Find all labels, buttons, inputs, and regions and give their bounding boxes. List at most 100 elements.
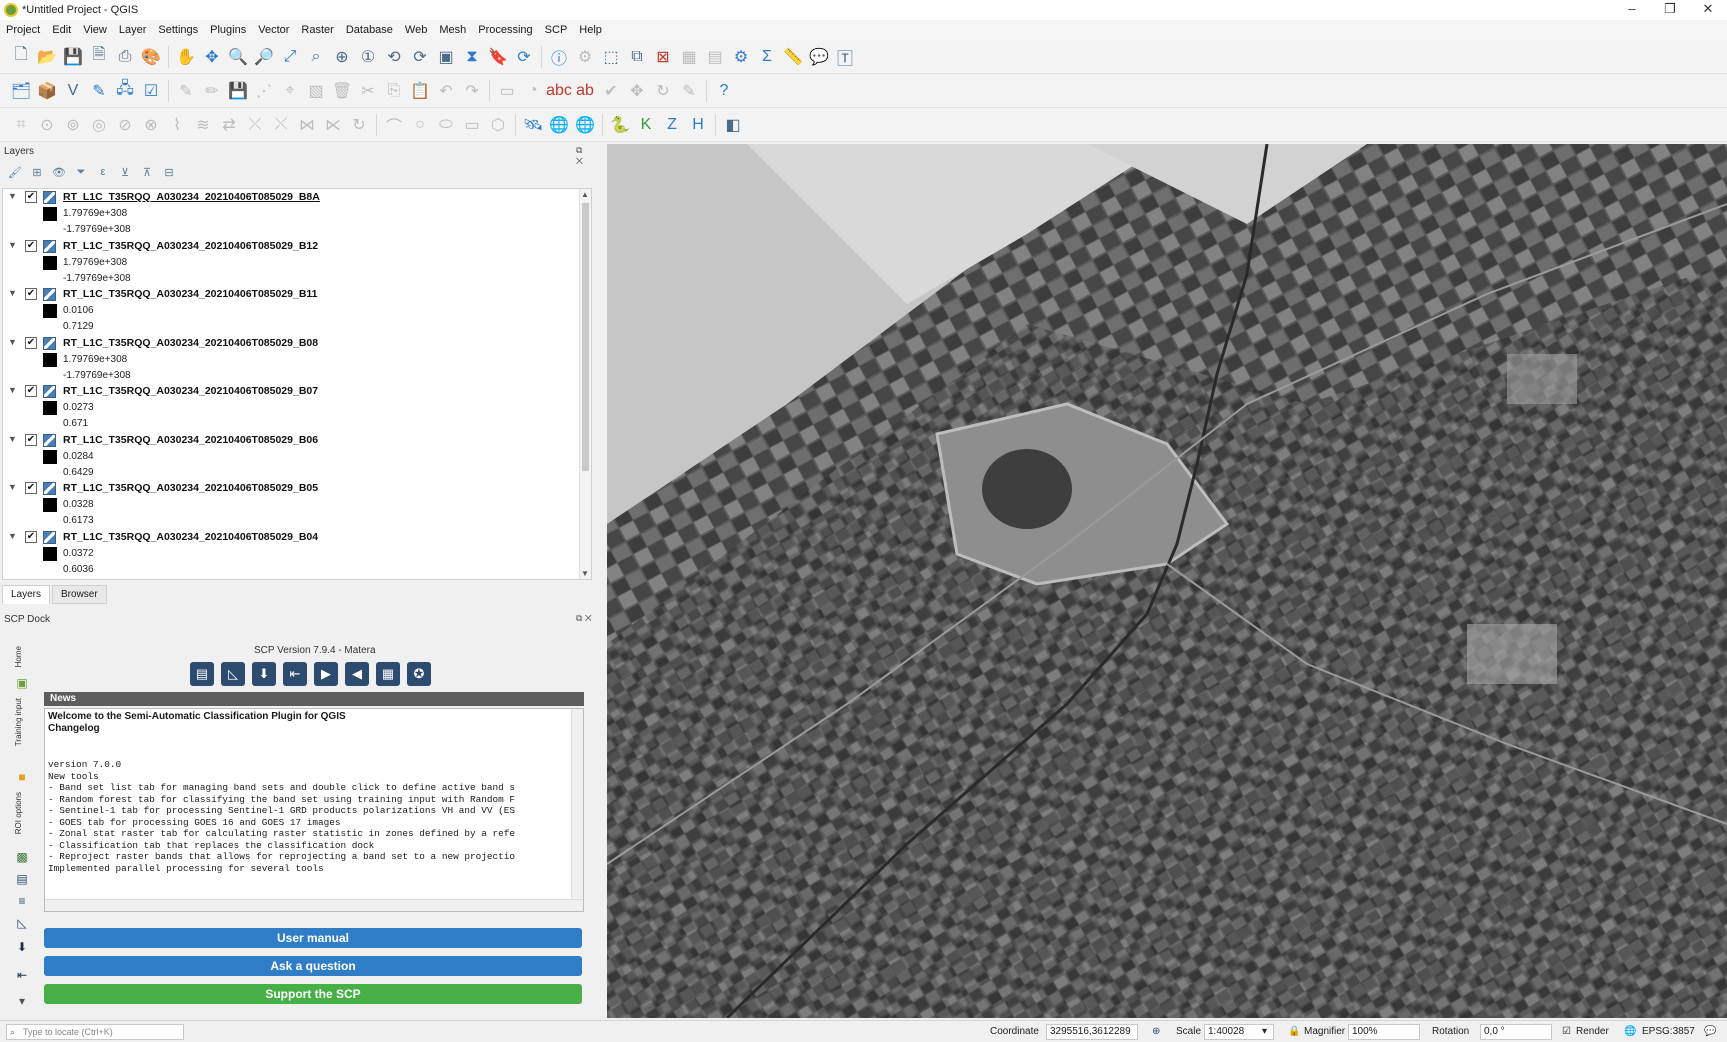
cad-icon[interactable]: ⌗ — [8, 112, 34, 138]
filter-legend-icon[interactable]: ⏷ — [70, 166, 92, 182]
menu-project[interactable]: Project — [6, 24, 40, 36]
undo-icon[interactable]: ↶ — [433, 78, 459, 104]
menu-help[interactable]: Help — [579, 24, 602, 36]
locator-input[interactable]: ⌕ Type to locate (Ctrl+K) — [6, 1024, 184, 1040]
select-features-icon[interactable]: ⬚ — [598, 44, 624, 70]
fill-ring-icon[interactable]: ◎ — [86, 112, 112, 138]
delete-part-icon[interactable]: ⊗ — [138, 112, 164, 138]
temporal-controller-icon[interactable]: ⧗ — [459, 44, 485, 70]
new-geopackage-icon[interactable]: 📦 — [34, 78, 60, 104]
add-vector-icon[interactable]: V — [60, 78, 86, 104]
reverse-line-icon[interactable]: ⇄ — [216, 112, 242, 138]
add-part-icon[interactable]: ⊚ — [60, 112, 86, 138]
scroll-tabs-icon[interactable]: ▾ — [14, 994, 30, 1010]
menu-view[interactable]: View — [83, 24, 107, 36]
crs-label[interactable]: EPSG:3857 — [1642, 1026, 1695, 1037]
redo-icon[interactable]: ↷ — [459, 78, 485, 104]
scp-band-icon[interactable]: 🌐 — [572, 112, 598, 138]
collapse-arrow-icon[interactable]: ▼ — [8, 337, 17, 347]
side-tab-roi-options[interactable]: ROI options — [14, 792, 23, 834]
collapse-arrow-icon[interactable]: ▼ — [8, 482, 17, 492]
scroll-thumb[interactable] — [582, 203, 589, 471]
add-raster-icon[interactable]: ✎ — [86, 78, 112, 104]
paste-icon[interactable]: 📋 — [407, 78, 433, 104]
side-tab-home[interactable]: Home — [14, 646, 23, 667]
pan-to-selection-icon[interactable]: ✥ — [199, 44, 225, 70]
label-show-icon[interactable]: ✔ — [598, 78, 624, 104]
extents-icon[interactable]: ⊕ — [1152, 1026, 1160, 1037]
scp-band-calc-icon[interactable]: ▦ — [376, 662, 400, 686]
save-as-icon[interactable]: 🗎 — [86, 44, 112, 70]
news-vertical-scrollbar[interactable] — [571, 709, 583, 899]
zoom-last-icon[interactable]: ⟲ — [381, 44, 407, 70]
messages-icon[interactable]: 💬 — [1704, 1026, 1716, 1037]
tab-layers[interactable]: Layers — [2, 585, 51, 604]
layer-visibility-checkbox[interactable]: ✔ — [25, 433, 37, 446]
manage-themes-icon[interactable]: 👁 — [48, 166, 70, 182]
zoom-next-icon[interactable]: ⟳ — [407, 44, 433, 70]
menu-database[interactable]: Database — [346, 24, 393, 36]
kml-export-icon[interactable]: K — [633, 112, 659, 138]
shape-digitize-icon[interactable]: ⌒ — [381, 112, 407, 138]
support-scp-button[interactable]: Support the SCP — [44, 984, 582, 1004]
layer-visibility-checkbox[interactable]: ✔ — [25, 385, 37, 397]
home-icon[interactable]: ▣ — [14, 676, 30, 692]
import-icon[interactable]: ⇤ — [14, 968, 30, 984]
collapse-arrow-icon[interactable]: ▼ — [8, 434, 17, 444]
menu-edit[interactable]: Edit — [52, 24, 71, 36]
menu-vector[interactable]: Vector — [258, 24, 289, 36]
coordinate-field[interactable]: 3295516,3612289 — [1046, 1024, 1138, 1040]
download-icon[interactable]: ⬇ — [14, 940, 30, 956]
collapse-arrow-icon[interactable]: ▼ — [8, 288, 17, 298]
layer-item[interactable]: ▼ ✔ RT_L1C_T35RQQ_A030234_20210406T08502… — [3, 286, 591, 335]
layer-tree[interactable]: ▼ ✔ RT_L1C_T35RQQ_A030234_20210406T08502… — [2, 188, 592, 580]
deselect-icon[interactable]: ⊠ — [650, 44, 676, 70]
panel-float-close-icon[interactable]: ⧉ ✕ — [576, 145, 583, 167]
restore-button[interactable]: ❐ — [1651, 0, 1689, 20]
offset-curve-icon[interactable]: ≋ — [190, 112, 216, 138]
magnifier-field[interactable]: 100% — [1348, 1024, 1420, 1040]
label-change-icon[interactable]: ✎ — [676, 78, 702, 104]
add-feature-icon[interactable]: ⋰ — [251, 78, 277, 104]
layers-stack-icon[interactable]: ≡ — [14, 894, 30, 910]
zoom-full-icon[interactable]: ⤢ — [277, 44, 303, 70]
layer-name[interactable]: RT_L1C_T35RQQ_A030234_20210406T085029_B0… — [63, 531, 318, 543]
menu-web[interactable]: Web — [405, 24, 427, 36]
layer-tree-scrollbar[interactable]: ▲ ▼ — [579, 189, 591, 579]
run-action-icon[interactable]: ⚙ — [572, 44, 598, 70]
circle-digitize-icon[interactable]: ○ — [407, 112, 433, 138]
roi-icon[interactable]: ▩ — [14, 850, 30, 866]
collapse-arrow-icon[interactable]: ▼ — [8, 531, 17, 541]
layer-visibility-checkbox[interactable]: ✔ — [25, 191, 37, 203]
layer-name[interactable]: RT_L1C_T35RQQ_A030234_20210406T085029_B0… — [63, 434, 318, 446]
split-features-icon[interactable]: ⤫ — [242, 112, 268, 138]
rectangle-digitize-icon[interactable]: ▭ — [459, 112, 485, 138]
layer-visibility-checkbox[interactable]: ✔ — [25, 530, 37, 543]
new-map-view-icon[interactable]: ▣ — [433, 44, 459, 70]
menu-raster[interactable]: Raster — [301, 24, 333, 36]
layer-style-icon[interactable]: ◧ — [720, 112, 746, 138]
menu-plugins[interactable]: Plugins — [210, 24, 246, 36]
collapse-arrow-icon[interactable]: ▼ — [8, 240, 17, 250]
layer-visibility-checkbox[interactable]: ✔ — [25, 336, 37, 349]
zoom-layer-icon[interactable]: ⊕ — [329, 44, 355, 70]
select-value-icon[interactable]: ⧉ — [624, 44, 650, 70]
menu-settings[interactable]: Settings — [158, 24, 198, 36]
lock-icon[interactable]: 🔒 — [1288, 1026, 1300, 1037]
ellipse-digitize-icon[interactable]: ⬭ — [433, 112, 459, 138]
label-rotate-icon[interactable]: ↻ — [650, 78, 676, 104]
merge-attributes-icon[interactable]: ⋉ — [320, 112, 346, 138]
layer-name[interactable]: RT_L1C_T35RQQ_A030234_20210406T085029_B1… — [63, 240, 318, 252]
scale-dropdown-icon[interactable]: ▾ — [1262, 1026, 1267, 1037]
scp-download-products-icon[interactable]: ⬇ — [252, 662, 276, 686]
collapse-all-icon[interactable]: ⊼ — [136, 166, 158, 182]
edit-pencil-icon[interactable]: ✏ — [199, 78, 225, 104]
vertex-tool-icon[interactable]: ⌖ — [277, 78, 303, 104]
zoom-native-icon[interactable]: ① — [355, 44, 381, 70]
layer-item[interactable]: ▼ ✔ RT_L1C_T35RQQ_A030234_20210406T08502… — [3, 335, 591, 384]
map-canvas[interactable] — [607, 144, 1727, 1018]
layer-visibility-checkbox[interactable]: ✔ — [25, 288, 37, 300]
layer-name[interactable]: RT_L1C_T35RQQ_A030234_20210406T085029_B1… — [63, 288, 318, 300]
scp-spectral-icon[interactable]: ◺ — [221, 662, 245, 686]
user-manual-button[interactable]: User manual — [44, 928, 582, 948]
